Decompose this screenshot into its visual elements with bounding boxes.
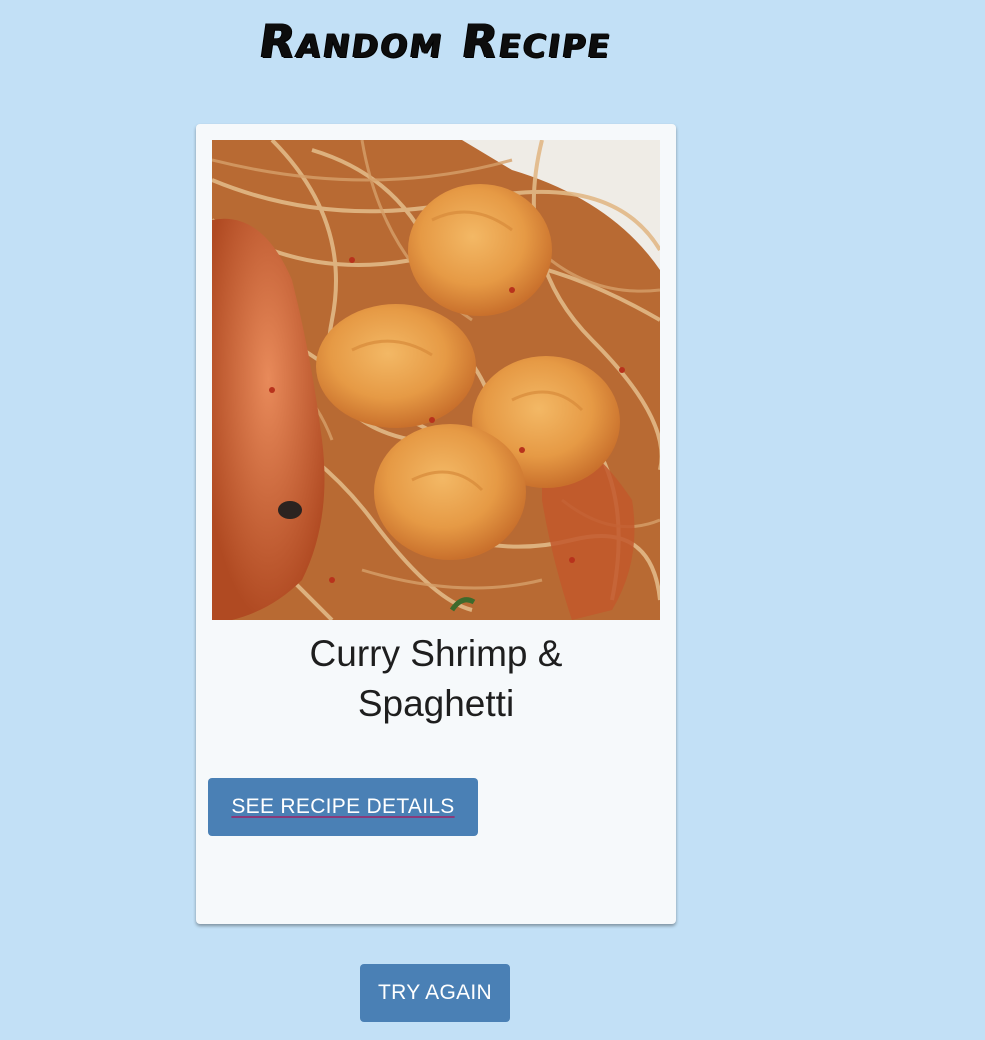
see-recipe-details-button[interactable]: SEE RECIPE DETAILS [208, 778, 478, 836]
recipe-name: Curry Shrimp & Spaghetti [309, 633, 563, 724]
recipe-card: Curry Shrimp & Spaghetti SEE RECIPE DETA… [196, 124, 676, 924]
try-again-button[interactable]: TRY AGAIN [360, 964, 510, 1022]
see-recipe-details-label: SEE RECIPE DETAILS [231, 795, 455, 818]
page-title: Random Recipe [255, 14, 617, 68]
recipe-image [212, 140, 660, 620]
